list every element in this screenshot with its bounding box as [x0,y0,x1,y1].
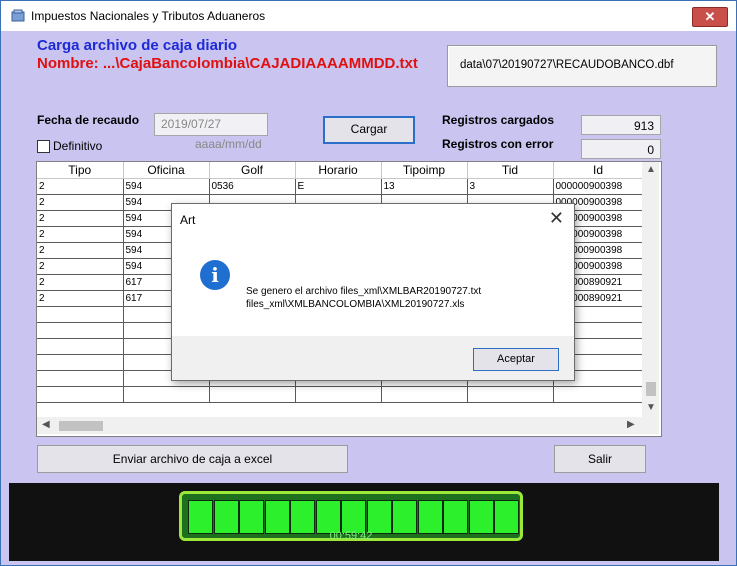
battery-cell [366,500,392,534]
table-header-row: Tipo Oficina Golf Horario Tipoimp Tid Id [37,162,644,179]
title-bar: Impuestos Nacionales y Tributos Aduanero… [1,1,736,31]
page-title: Carga archivo de caja diario [37,37,238,54]
battery-cell [213,500,239,534]
vertical-scrollbar[interactable]: ▲ ▼ [642,162,659,417]
aceptar-button[interactable]: Aceptar [473,348,559,371]
table-cell: 13 [381,178,468,195]
date-format-hint: aaaa/mm/dd [195,137,262,151]
timer-text: 00:59:42 [329,530,373,542]
table-row[interactable]: 2 594 0536 E 13 3 000000900398 [37,178,644,195]
table-cell [37,386,124,403]
battery-cell [188,500,213,534]
fecha-label: Fecha de recaudo [37,113,140,127]
table-cell: 2 [37,226,124,243]
table-cell [381,386,468,403]
file-path-text: data\07\20190727\RECAUDOBANCO.dbf [460,59,674,71]
battery-cell [239,500,264,534]
close-icon: ✕ [704,9,716,24]
column-header-tipo[interactable]: Tipo [37,162,124,179]
scroll-left-icon[interactable]: ◀ [42,419,50,430]
table-cell [37,370,124,387]
table-cell [37,306,124,323]
registros-cargados-value: 913 [581,115,661,135]
registros-error-label: Registros con error [442,137,554,151]
battery-cell [417,500,443,534]
cargar-button[interactable]: Cargar [323,116,415,144]
battery-cell [341,500,366,534]
table-cell [37,322,124,339]
table-cell: 2 [37,178,124,195]
file-name-pattern: Nombre: ...\CajaBancolombia\CAJADIAAAAMM… [37,55,418,72]
battery-cell [315,500,341,534]
battery-cell [443,500,468,534]
dialog-message-line1: Se genero el archivo files_xml\XMLBAR201… [246,286,482,297]
table-cell: 2 [37,242,124,259]
window-title: Impuestos Nacionales y Tributos Aduanero… [31,9,266,23]
main-window: Impuestos Nacionales y Tributos Aduanero… [0,0,737,566]
battery-cell [392,500,417,534]
table-cell: 3 [467,178,554,195]
salir-button[interactable]: Salir [554,445,646,473]
fecha-value: 2019/07/27 [161,117,222,131]
column-header-id[interactable]: Id [553,162,644,179]
horizontal-scrollbar[interactable]: ◀ ▶ [37,417,642,434]
table-cell: E [295,178,382,195]
column-header-tid[interactable]: Tid [467,162,554,179]
table-cell [37,338,124,355]
table-cell [37,354,124,371]
table-cell: 2 [37,290,124,307]
table-cell [123,386,210,403]
dialog-title: Art [180,213,196,227]
table-cell [467,386,554,403]
definitivo-checkbox[interactable] [37,140,50,153]
client-area: Carga archivo de caja diario Nombre: ...… [1,31,736,565]
column-header-oficina[interactable]: Oficina [123,162,210,179]
table-cell: 0536 [209,178,296,195]
message-dialog: Art ✕ i Se genero el archivo files_xml\X… [171,203,575,381]
registros-error-value: 0 [581,139,661,159]
battery-cell [494,500,519,534]
column-header-tipoimp[interactable]: Tipoimp [381,162,468,179]
scroll-down-icon[interactable]: ▼ [646,402,656,413]
scroll-corner [642,417,659,434]
scroll-right-icon[interactable]: ▶ [627,419,635,430]
dialog-close-icon[interactable]: ✕ [549,208,564,229]
excel-export-button[interactable]: Enviar archivo de caja a excel [37,445,348,473]
table-cell: 2 [37,194,124,211]
table-cell [295,386,382,403]
table-cell: 2 [37,274,124,291]
battery-cell [264,500,290,534]
battery-cell [468,500,494,534]
app-icon [11,9,25,22]
dialog-message-line2: files_xml\XMLBANCOLOMBIA\XML20190727.xls [246,299,465,310]
column-header-golf[interactable]: Golf [209,162,296,179]
file-path-box: data\07\20190727\RECAUDOBANCO.dbf [447,45,717,87]
definitivo-label: Definitivo [53,139,103,153]
table-cell: 594 [123,178,210,195]
vertical-scroll-thumb[interactable] [646,382,656,396]
column-header-horario[interactable]: Horario [295,162,382,179]
fecha-input[interactable]: 2019/07/27 [154,113,268,136]
battery-cell [290,500,315,534]
window-close-button[interactable]: ✕ [692,7,728,27]
table-row[interactable] [37,386,644,403]
table-cell: 000000900398 [553,178,644,195]
timer-panel: 00:59:42 [9,483,719,561]
table-cell: 2 [37,258,124,275]
table-cell [553,386,644,403]
scroll-up-icon[interactable]: ▲ [646,164,656,175]
horizontal-scroll-thumb[interactable] [59,421,103,431]
table-cell: 2 [37,210,124,227]
info-icon: i [200,260,230,290]
registros-cargados-label: Registros cargados [442,113,555,127]
table-cell [209,386,296,403]
